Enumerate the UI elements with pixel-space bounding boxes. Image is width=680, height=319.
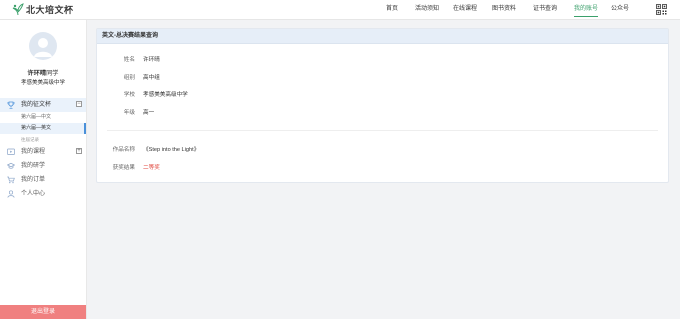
sidebar-item-my-courses[interactable]: 我的课程 + [0,145,86,159]
sidebar-item-label: 我的研学 [21,163,46,169]
play-video-icon [7,148,15,155]
sidebar-item-label: 我的订单 [21,177,46,183]
user-school: 孝感美美高级中学 [20,80,65,86]
card-title: 英文-总决赛结果查询 [97,29,668,44]
nav-online-courses[interactable]: 在线课程 [453,0,477,19]
section-divider [107,130,658,131]
qr-code-icon[interactable] [656,4,667,15]
logout-button[interactable]: 退出登录 [0,305,86,319]
field-value: 高中组 [143,75,160,81]
nav-book-resources[interactable]: 图书资料 [492,0,516,19]
sidebar-item-label: 我的征文杯 [21,102,52,108]
logo-text: 北大培文杯 [26,6,74,16]
graduation-cap-icon [7,162,15,169]
sidebar-subitem-past-records[interactable]: 往届记录 [0,134,86,145]
trophy-icon [7,101,15,109]
field-label: 组别 [123,75,135,81]
nav-certificate-query[interactable]: 证书查询 [533,0,557,19]
result-card: 英文-总决赛结果查询 姓名 许环晴 组别 高中组 学校 孝感美美高级中学 年级 … [96,28,669,183]
expand-toggle-icon[interactable]: + [76,148,82,154]
nav-my-account[interactable]: 我的账号 [574,0,599,19]
field-value: 许环晴 [143,57,160,63]
field-value: 高一 [143,110,155,116]
field-label: 作品名称 [112,147,135,153]
user-avatar-icon [34,38,52,57]
sidebar-item-my-orders[interactable]: 我的订单 [0,173,86,187]
field-label: 学校 [123,92,135,98]
nav-activity-notice[interactable]: 活动须知 [415,0,439,19]
sidebar-item-label: 我的课程 [21,149,46,155]
sidebar-menu: 我的征文杯 − 第六届—中文 第六届—英文 往届记录 我的课程 + 我的研学 我… [0,98,86,201]
site-logo[interactable]: 北大培文杯 [12,2,74,17]
sidebar-item-my-study-tour[interactable]: 我的研学 [0,159,86,173]
collapse-toggle-icon[interactable]: − [76,101,82,107]
user-name-suffix: 同学 [46,70,59,77]
sidebar-item-label: 个人中心 [21,191,46,197]
field-value: 《Step into the Light》 [143,147,200,153]
sidebar-subitem-6th-english[interactable]: 第六届—英文 [0,123,86,134]
field-label: 姓名 [123,57,135,63]
field-label: 年级 [123,110,135,116]
nav-official-account[interactable]: 公众号 [611,0,629,19]
user-name: 许环晴同学 [0,68,86,77]
sidebar-item-personal-center[interactable]: 个人中心 [0,187,86,201]
user-name-text: 许环晴 [27,70,47,77]
user-icon [7,190,15,198]
shopping-cart-icon [7,176,15,184]
leaf-logo-icon [12,3,24,16]
top-navbar: 北大培文杯 首页 活动须知 在线课程 图书资料 证书查询 我的账号 公众号 [0,0,680,20]
nav-home[interactable]: 首页 [386,0,398,19]
sidebar-item-my-essay-cup[interactable]: 我的征文杯 − [0,98,86,112]
field-value: 孝感美美高级中学 [143,92,188,98]
sidebar: 许环晴同学 孝感美美高级中学 我的征文杯 − 第六届—中文 第六届—英文 往届记… [0,20,87,319]
field-label: 获奖结果 [112,165,135,171]
sidebar-subitem-6th-chinese[interactable]: 第六届—中文 [0,112,86,123]
avatar[interactable] [29,32,57,60]
award-result-value: 二等奖 [143,165,160,171]
